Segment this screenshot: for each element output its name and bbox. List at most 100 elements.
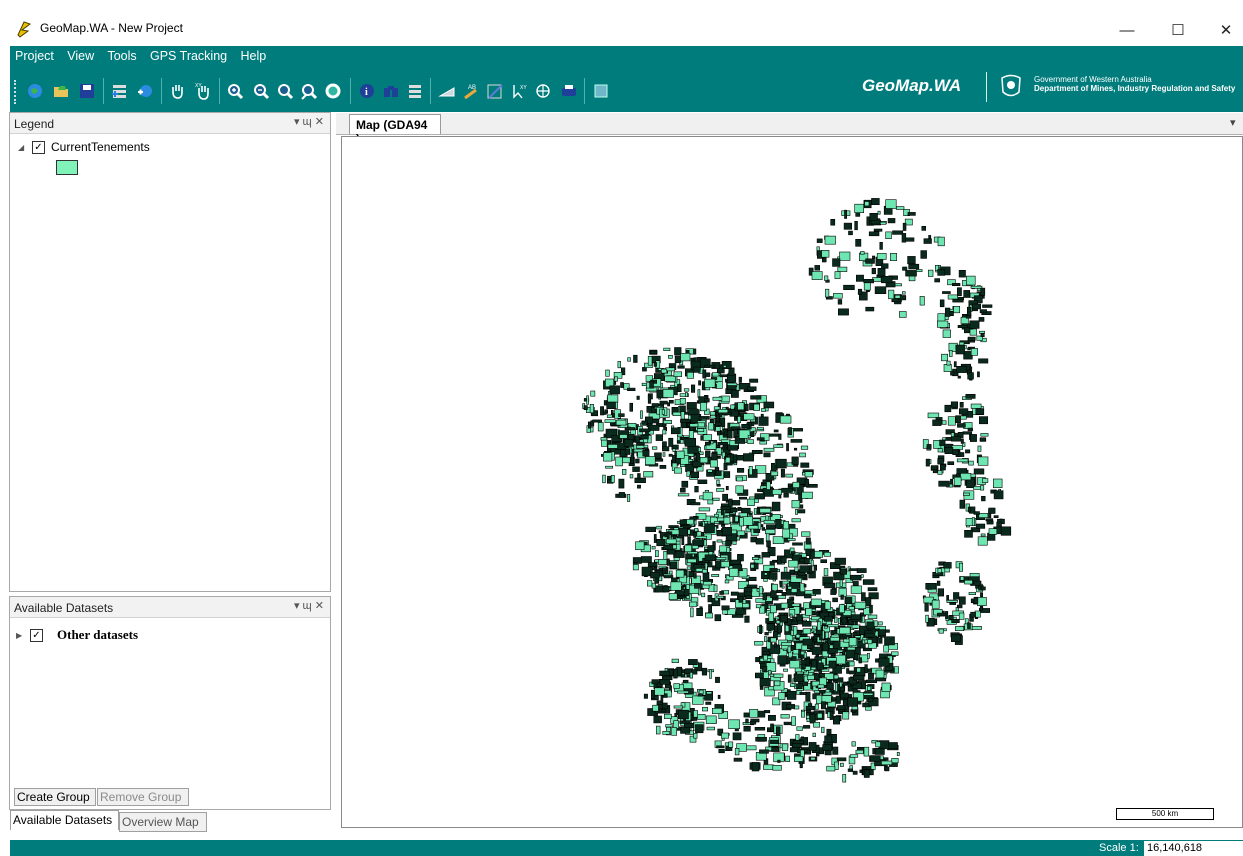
tenement-polygon[interactable] (819, 677, 827, 686)
tenement-polygon[interactable] (662, 730, 670, 735)
tenement-polygon[interactable] (744, 586, 753, 593)
tenement-polygon[interactable] (932, 419, 942, 426)
tenement-polygon[interactable] (957, 325, 969, 329)
tenement-polygon[interactable] (890, 253, 897, 262)
tenement-polygon[interactable] (830, 634, 840, 638)
toolbar-grip[interactable] (14, 80, 19, 104)
tenement-polygon[interactable] (972, 303, 981, 310)
tenement-polygon[interactable] (753, 403, 760, 411)
tenement-polygon[interactable] (796, 614, 803, 621)
tenement-polygon[interactable] (763, 447, 775, 452)
tenement-polygon[interactable] (850, 574, 862, 581)
tenement-polygon[interactable] (808, 742, 817, 751)
tenement-polygon[interactable] (762, 666, 768, 673)
tenement-polygon[interactable] (759, 749, 769, 754)
tenement-polygon[interactable] (729, 568, 739, 577)
tenement-polygon[interactable] (771, 583, 778, 591)
tenement-polygon[interactable] (867, 614, 878, 619)
tenement-polygon[interactable] (865, 597, 872, 607)
tenement-polygon[interactable] (667, 402, 671, 407)
tenement-polygon[interactable] (821, 695, 832, 703)
tenement-polygon[interactable] (970, 403, 982, 409)
tenement-polygon[interactable] (677, 383, 682, 392)
tenement-polygon[interactable] (762, 592, 767, 601)
tenement-polygon[interactable] (951, 283, 961, 287)
tenement-polygon[interactable] (709, 669, 712, 679)
tenement-polygon[interactable] (980, 586, 986, 591)
tenement-polygon[interactable] (633, 354, 638, 363)
tenement-polygon[interactable] (958, 562, 963, 572)
tenement-polygon[interactable] (768, 612, 774, 622)
tenement-polygon[interactable] (723, 516, 731, 525)
tenement-polygon[interactable] (781, 556, 787, 564)
tenement-polygon[interactable] (857, 288, 863, 295)
tenement-polygon[interactable] (871, 268, 876, 275)
tenement-polygon[interactable] (869, 755, 881, 762)
tenement-polygon[interactable] (722, 526, 732, 536)
tenement-polygon[interactable] (809, 713, 816, 724)
tenement-polygon[interactable] (673, 683, 680, 689)
tenement-polygon[interactable] (696, 607, 703, 616)
tenement-polygon[interactable] (720, 561, 730, 568)
tenement-polygon[interactable] (640, 556, 652, 563)
tenement-polygon[interactable] (958, 408, 969, 415)
tenement-polygon[interactable] (678, 527, 688, 537)
tenement-polygon[interactable] (973, 468, 985, 475)
tenement-polygon[interactable] (707, 469, 713, 473)
tenement-polygon[interactable] (878, 621, 883, 626)
tenement-polygon[interactable] (603, 411, 607, 415)
tenement-polygon[interactable] (814, 703, 819, 710)
tenement-polygon[interactable] (959, 401, 964, 408)
tenement-polygon[interactable] (874, 286, 887, 294)
tenement-polygon[interactable] (937, 236, 945, 247)
tenement-polygon[interactable] (772, 764, 782, 771)
tenement-polygon[interactable] (787, 674, 792, 683)
tenement-polygon[interactable] (697, 713, 706, 720)
tenement-polygon[interactable] (665, 538, 677, 544)
tenement-polygon[interactable] (627, 357, 631, 362)
tenement-polygon[interactable] (764, 529, 776, 534)
tenement-polygon[interactable] (663, 347, 671, 352)
tenement-polygon[interactable] (754, 640, 764, 646)
tenement-polygon[interactable] (960, 472, 972, 481)
tenement-polygon[interactable] (839, 626, 851, 635)
tenement-polygon[interactable] (828, 660, 837, 669)
tenement-polygon[interactable] (863, 746, 870, 757)
tenement-polygon[interactable] (664, 533, 668, 538)
tenement-polygon[interactable] (622, 456, 631, 464)
tenement-polygon[interactable] (766, 481, 771, 490)
tenement-polygon[interactable] (793, 447, 798, 451)
tenement-polygon[interactable] (586, 395, 589, 405)
tenement-polygon[interactable] (963, 327, 970, 334)
close-button[interactable]: ✕ (1203, 16, 1243, 44)
tenement-polygon[interactable] (813, 722, 820, 728)
tenement-polygon[interactable] (659, 400, 668, 405)
tenement-polygon[interactable] (661, 409, 665, 415)
tenement-polygon[interactable] (683, 388, 690, 392)
tenement-polygon[interactable] (754, 493, 765, 500)
tenement-polygon[interactable] (590, 390, 596, 397)
tenement-polygon[interactable] (806, 709, 811, 713)
tenement-polygon[interactable] (772, 536, 785, 545)
tenement-polygon[interactable] (677, 493, 690, 497)
tenement-polygon[interactable] (660, 694, 664, 703)
tenement-polygon[interactable] (875, 741, 881, 748)
tenement-polygon[interactable] (939, 464, 946, 471)
tenement-polygon[interactable] (849, 670, 856, 675)
tenement-polygon[interactable] (761, 408, 766, 412)
tenement-polygon[interactable] (741, 507, 751, 514)
tenement-polygon[interactable] (951, 618, 960, 623)
tenement-polygon[interactable] (654, 458, 664, 462)
tenement-polygon[interactable] (854, 203, 865, 213)
tenement-polygon[interactable] (868, 672, 874, 680)
tenement-polygon[interactable] (622, 468, 627, 475)
tenement-polygon[interactable] (907, 256, 916, 265)
tenement-polygon[interactable] (777, 759, 781, 763)
tenement-polygon[interactable] (818, 710, 825, 714)
tenement-polygon[interactable] (679, 519, 687, 525)
tenement-polygon[interactable] (651, 545, 656, 550)
tenement-polygon[interactable] (980, 533, 986, 537)
tenement-polygon[interactable] (787, 538, 796, 541)
tenement-polygon[interactable] (699, 402, 707, 412)
tenement-polygon[interactable] (796, 683, 803, 689)
